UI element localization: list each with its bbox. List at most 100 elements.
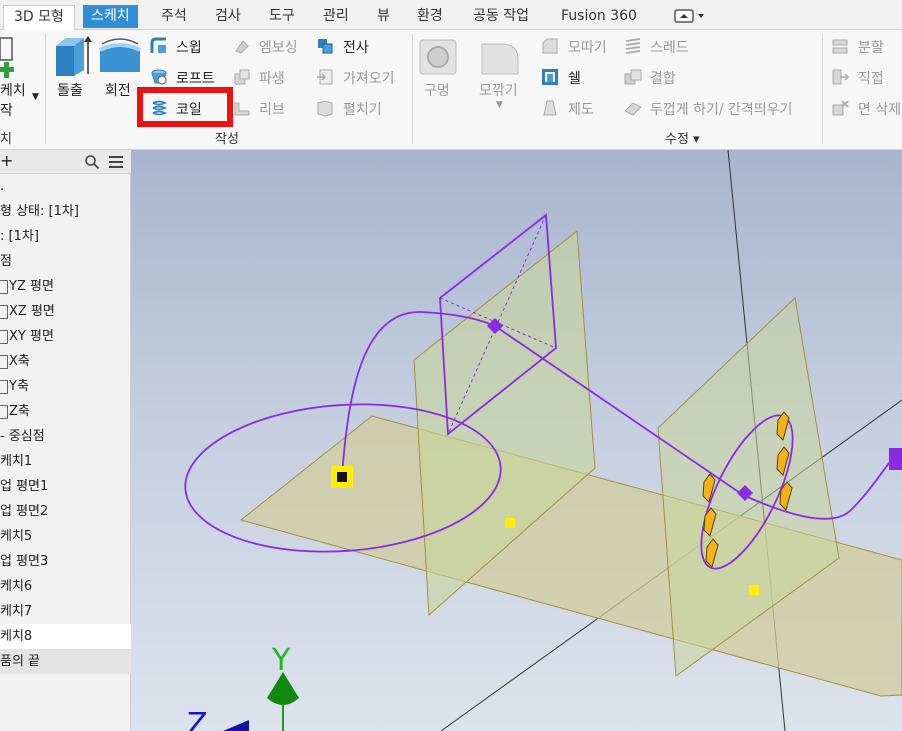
curve-endpoint-marker[interactable] <box>889 448 902 470</box>
rib-icon[interactable] <box>233 99 251 117</box>
fillet-label[interactable]: 모깎기 <box>479 80 518 100</box>
browser-item-end-of-part[interactable]: 품의 끝 <box>0 649 131 674</box>
browser-item-label: YZ 평면 <box>9 279 54 294</box>
browser-item-yz-plane[interactable]: YZ 평면 <box>0 274 131 299</box>
browser-item-xy-plane[interactable]: XY 평면 <box>0 324 131 349</box>
create-sketch-dropdown-icon[interactable]: ▼ <box>32 92 39 102</box>
browser-item-origin[interactable]: 점 <box>0 249 131 274</box>
tab-overflow-dropdown-icon[interactable] <box>673 8 707 24</box>
decal-icon[interactable] <box>316 37 334 55</box>
browser-item-sketch6[interactable]: 케치6 <box>0 574 131 599</box>
ribbon-tab-bar: 3D 모형 스케치 주석 검사 도구 관리 뷰 환경 공동 작업 Fusion … <box>0 0 902 30</box>
plane-icon <box>0 329 8 344</box>
sketch-group-label: 치 <box>0 132 12 147</box>
shell-icon[interactable] <box>541 68 559 86</box>
unwrap-icon[interactable] <box>316 99 334 117</box>
tab-inspect[interactable]: 검사 <box>215 5 241 28</box>
tab-manage[interactable]: 관리 <box>323 5 349 28</box>
browser-item-model-state[interactable]: 형 상태: [1차] <box>0 199 131 224</box>
browser-item-sketch8[interactable]: 케치8 <box>0 624 131 649</box>
import-label[interactable]: 가져오기 <box>343 68 395 88</box>
loft-icon[interactable] <box>150 68 168 86</box>
create-sketch-label[interactable]: 케치 <box>0 80 26 100</box>
tab-tools[interactable]: 도구 <box>269 5 295 28</box>
sketch-point[interactable] <box>505 518 515 528</box>
extrude-icon[interactable] <box>52 34 94 78</box>
tab-environments[interactable]: 환경 <box>417 5 443 28</box>
triad-z-cone-icon[interactable] <box>223 720 249 731</box>
browser-item-work-plane3[interactable]: 업 평면3 <box>0 549 131 574</box>
sweep-label[interactable]: 스윕 <box>176 37 202 57</box>
fillet-icon[interactable] <box>478 36 524 78</box>
browser-item-work-plane1[interactable]: 업 평면1 <box>0 474 131 499</box>
sketch-point-core <box>337 472 347 482</box>
import-icon[interactable] <box>316 68 334 86</box>
browser-item-z-axis[interactable]: Z축 <box>0 399 131 424</box>
thicken-offset-label[interactable]: 두껍게 하기/ 간격띄우기 <box>650 99 792 119</box>
tab-3d-model[interactable]: 3D 모형 <box>3 5 75 30</box>
emboss-icon[interactable] <box>233 37 251 55</box>
split-label[interactable]: 분할 <box>858 37 884 57</box>
loft-label[interactable]: 로프트 <box>176 68 215 88</box>
browser-item-work-plane2[interactable]: 업 평면2 <box>0 499 131 524</box>
browser-item[interactable]: . <box>0 174 131 199</box>
browser-item-center-point[interactable]: - 중심점 <box>0 424 131 449</box>
thread-icon[interactable] <box>624 37 642 55</box>
browser-item-sketch1[interactable]: 케치1 <box>0 449 131 474</box>
thicken-offset-icon[interactable] <box>624 99 642 117</box>
menu-icon[interactable] <box>108 155 124 169</box>
direct-edit-label[interactable]: 직접 <box>858 68 884 88</box>
group-separator-3 <box>822 34 823 144</box>
thread-label[interactable]: 스레드 <box>650 37 689 57</box>
graphics-viewport[interactable]: Y Z <box>131 150 902 731</box>
group-separator-2 <box>412 34 413 144</box>
unwrap-label[interactable]: 펼치기 <box>343 99 382 119</box>
browser-add-button[interactable]: + <box>0 151 13 170</box>
draft-icon[interactable] <box>541 99 559 117</box>
chamfer-icon[interactable] <box>541 37 559 55</box>
direct-edit-icon[interactable] <box>831 68 849 86</box>
sweep-icon[interactable] <box>150 37 168 55</box>
extrude-label[interactable]: 돌출 <box>57 80 83 100</box>
tab-sketch[interactable]: 스케치 <box>83 5 138 28</box>
model-canvas[interactable]: Y Z <box>131 150 902 731</box>
rib-label[interactable]: 리브 <box>259 99 285 119</box>
create-sketch-icon[interactable] <box>0 36 20 80</box>
combine-icon[interactable] <box>624 68 642 86</box>
revolve-icon[interactable] <box>98 36 142 78</box>
emboss-label[interactable]: 엠보싱 <box>259 37 298 57</box>
split-icon[interactable] <box>831 37 849 55</box>
derive-icon[interactable] <box>233 68 251 86</box>
shell-label[interactable]: 쉘 <box>568 68 581 88</box>
tab-view[interactable]: 뷰 <box>377 5 390 28</box>
browser-item[interactable]: : [1차] <box>0 224 131 249</box>
delete-face-label[interactable]: 면 삭제 <box>858 99 901 119</box>
browser-item-x-axis[interactable]: X축 <box>0 349 131 374</box>
chamfer-label[interactable]: 모따기 <box>568 37 607 57</box>
axis-icon <box>0 354 8 369</box>
loft-highlight-box <box>137 87 233 127</box>
fillet-dropdown-icon[interactable]: ▼ <box>496 100 503 110</box>
hole-icon[interactable] <box>418 36 460 78</box>
derive-label[interactable]: 파생 <box>259 68 285 88</box>
browser-item-sketch7[interactable]: 케치7 <box>0 599 131 624</box>
browser-item-sketch5[interactable]: 케치5 <box>0 524 131 549</box>
browser-item-xz-plane[interactable]: XZ 평면 <box>0 299 131 324</box>
combine-label[interactable]: 결합 <box>650 68 676 88</box>
browser-item-y-axis[interactable]: Y축 <box>0 374 131 399</box>
sketch-point[interactable] <box>749 585 759 595</box>
decal-label[interactable]: 전사 <box>343 37 369 57</box>
draft-label[interactable]: 제도 <box>568 99 594 119</box>
triad-z-label: Z <box>187 707 208 731</box>
search-icon[interactable] <box>84 154 100 170</box>
group-separator <box>45 34 46 144</box>
revolve-label[interactable]: 회전 <box>105 80 131 100</box>
modify-group-label[interactable]: 수정 ▾ <box>665 128 700 147</box>
hole-label[interactable]: 구멍 <box>424 80 450 100</box>
create-sketch-label-2[interactable]: 작 <box>0 100 13 120</box>
delete-face-icon[interactable] <box>831 99 849 117</box>
tab-fusion-360[interactable]: Fusion 360 <box>561 5 637 28</box>
tab-annotate[interactable]: 주석 <box>161 5 187 28</box>
tab-collaborate[interactable]: 공동 작업 <box>473 5 529 28</box>
browser-item-label: Y축 <box>9 379 29 394</box>
